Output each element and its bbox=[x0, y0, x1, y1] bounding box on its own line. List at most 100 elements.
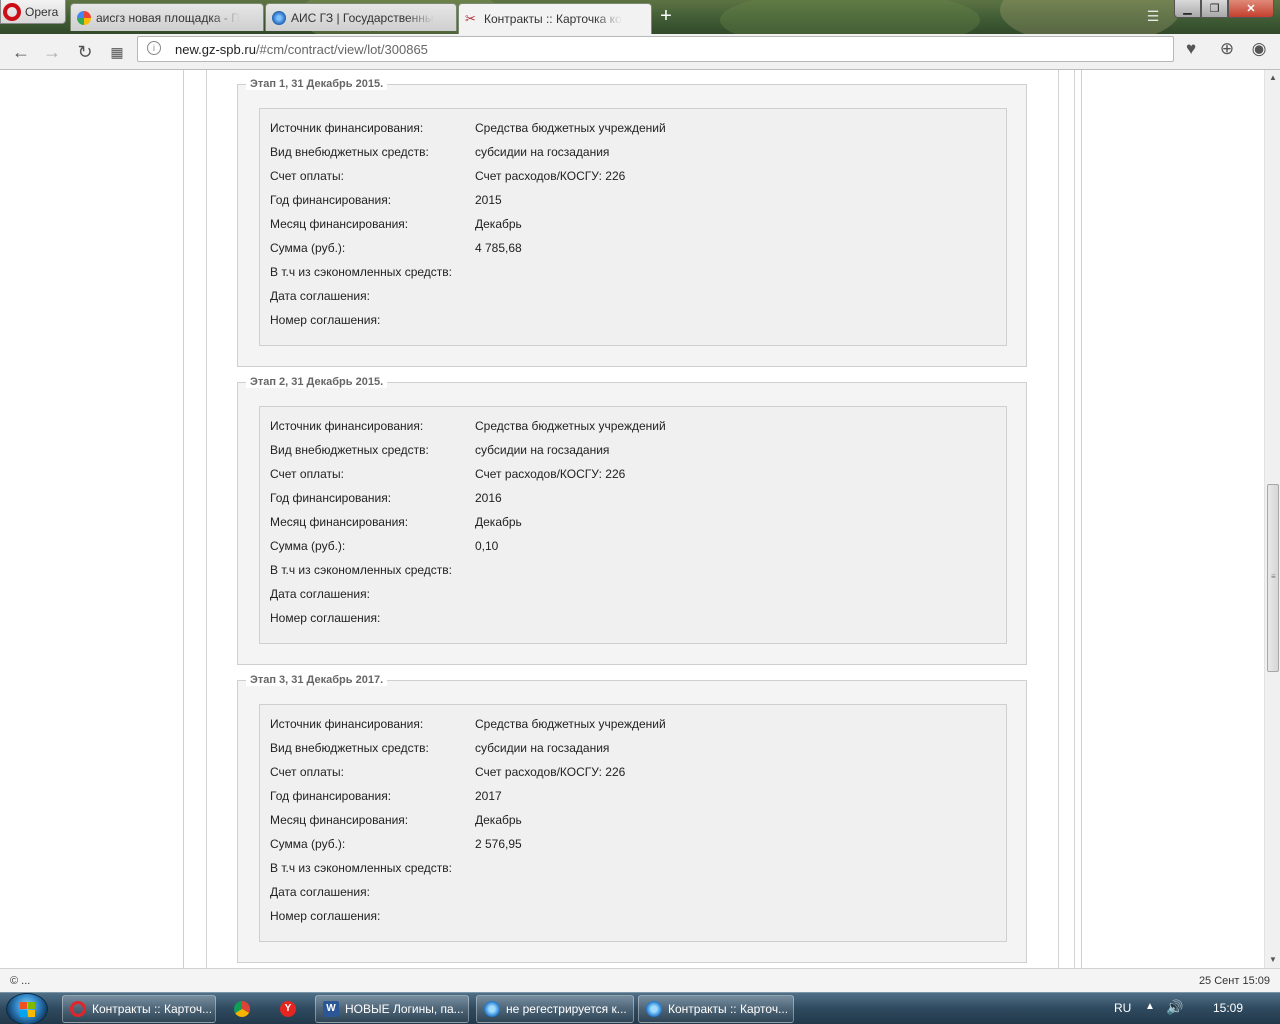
field-label: Дата соглашения: bbox=[270, 885, 370, 899]
taskbar-item-ie-2[interactable]: Контракты :: Карточ... bbox=[638, 995, 794, 1023]
field-value: Счет расходов/КОСГУ: 226 bbox=[475, 765, 626, 779]
stage-details-box: Источник финансирования: Средства бюджетн… bbox=[259, 108, 1007, 346]
field-value: Средства бюджетных учреждений bbox=[475, 419, 666, 433]
opera-icon bbox=[70, 1001, 86, 1017]
funding-stage: Этап 3, 31 Декабрь 2017. Источник финанси… bbox=[237, 674, 1027, 963]
ie-icon bbox=[484, 1001, 500, 1017]
field-label: Источник финансирования: bbox=[270, 419, 424, 433]
back-button[interactable]: ← bbox=[9, 40, 33, 64]
field-label: Год финансирования: bbox=[270, 193, 392, 207]
scroll-thumb[interactable]: ≡ bbox=[1267, 484, 1279, 672]
tab-contracts[interactable]: ✂ Контракты :: Карточка ко bbox=[458, 3, 652, 34]
language-indicator[interactable]: RU bbox=[1114, 1001, 1131, 1015]
speed-dial-icon[interactable]: ▦ bbox=[105, 40, 129, 64]
field-label: Источник финансирования: bbox=[270, 717, 424, 731]
field-label: В т.ч из сэкономленных средств: bbox=[270, 265, 453, 279]
ie-icon bbox=[646, 1001, 662, 1017]
field-label: Счет оплаты: bbox=[270, 765, 344, 779]
reload-button[interactable]: ↻ bbox=[73, 40, 97, 64]
field-label: Год финансирования: bbox=[270, 491, 392, 505]
windows-logo-icon bbox=[20, 1002, 36, 1018]
stage-title: Этап 1, 31 Декабрь 2015. bbox=[246, 78, 388, 90]
field-label: Год финансирования: bbox=[270, 789, 392, 803]
field-label: Вид внебюджетных средств: bbox=[270, 741, 429, 755]
field-label: Номер соглашения: bbox=[270, 611, 381, 625]
opera-menu-button[interactable]: Opera bbox=[0, 0, 66, 24]
chrome-icon bbox=[234, 1001, 250, 1017]
downloads-icon[interactable]: ⊕ bbox=[1216, 38, 1238, 60]
field-value: 0,10 bbox=[475, 539, 499, 553]
field-value: субсидии на госзадания bbox=[475, 741, 610, 755]
field-value: Средства бюджетных учреждений bbox=[475, 121, 666, 135]
close-window-button[interactable]: ✕ bbox=[1228, 0, 1274, 18]
start-button[interactable] bbox=[6, 993, 48, 1024]
status-bar: © ... 25 Сент 15:09 bbox=[0, 968, 1280, 992]
field-label: Месяц финансирования: bbox=[270, 217, 409, 231]
ais-icon bbox=[272, 10, 286, 25]
stage-title: Этап 3, 31 Декабрь 2017. bbox=[246, 674, 388, 686]
field-label: Дата соглашения: bbox=[270, 587, 370, 601]
stage-details-box: Источник финансирования: Средства бюджетн… bbox=[259, 406, 1007, 644]
opera-logo-icon bbox=[3, 2, 21, 21]
windows-taskbar: Контракты :: Карточ... Y W НОВЫЕ Логины,… bbox=[0, 992, 1280, 1024]
field-label: Месяц финансирования: bbox=[270, 813, 409, 827]
taskbar-item-chrome[interactable] bbox=[222, 995, 262, 1023]
taskbar-item-yandex[interactable]: Y bbox=[268, 995, 308, 1023]
scroll-up-icon[interactable]: ▲ bbox=[1265, 70, 1280, 86]
account-icon[interactable]: ◉ bbox=[1248, 38, 1270, 60]
funding-stage: Этап 2, 31 Декабрь 2015. Источник финанси… bbox=[237, 376, 1027, 665]
yandex-icon: Y bbox=[280, 1001, 296, 1017]
funding-stage: Этап 1, 31 Декабрь 2015. Источник финанси… bbox=[237, 78, 1027, 367]
taskbar-item-ie-1[interactable]: не регестрируется к... bbox=[476, 995, 634, 1023]
show-hidden-icons-icon[interactable]: ▲ bbox=[1145, 1001, 1155, 1012]
status-datetime: 25 Сент 15:09 bbox=[1198, 975, 1270, 987]
field-label: В т.ч из сэкономленных средств: bbox=[270, 861, 453, 875]
field-label: Сумма (руб.): bbox=[270, 241, 346, 255]
field-label: В т.ч из сэкономленных средств: bbox=[270, 563, 453, 577]
field-value: Счет расходов/КОСГУ: 226 bbox=[475, 169, 626, 183]
stage-details-box: Источник финансирования: Средства бюджетн… bbox=[259, 704, 1007, 942]
field-value: Декабрь bbox=[475, 217, 522, 231]
field-label: Сумма (руб.): bbox=[270, 837, 346, 851]
url-text[interactable]: new.gz-spb.ru/#cm/contract/view/lot/3008… bbox=[175, 42, 428, 57]
taskbar-item-word[interactable]: W НОВЫЕ Логины, па... bbox=[315, 995, 469, 1023]
field-label: Вид внебюджетных средств: bbox=[270, 443, 429, 457]
scroll-down-icon[interactable]: ▼ bbox=[1265, 952, 1280, 968]
volume-icon[interactable]: 🔊 bbox=[1166, 999, 1183, 1016]
field-value: Средства бюджетных учреждений bbox=[475, 717, 666, 731]
field-value: 2017 bbox=[475, 789, 502, 803]
field-label: Счет оплаты: bbox=[270, 467, 344, 481]
google-icon bbox=[77, 10, 91, 25]
status-left-text: © ... bbox=[10, 975, 31, 987]
field-value: субсидии на госзадания bbox=[475, 443, 610, 457]
field-value: Счет расходов/КОСГУ: 226 bbox=[475, 467, 626, 481]
word-icon: W bbox=[323, 1001, 339, 1017]
field-label: Счет оплаты: bbox=[270, 169, 344, 183]
field-value: 2 576,95 bbox=[475, 837, 522, 851]
tab-strip: Opera аисгз новая площадка - П АИС ГЗ | … bbox=[0, 0, 1280, 34]
field-label: Номер соглашения: bbox=[270, 909, 381, 923]
tab-ais-gz[interactable]: АИС ГЗ | Государственны bbox=[265, 3, 457, 31]
tools-icon: ✂ bbox=[465, 11, 476, 26]
new-tab-button[interactable]: + bbox=[656, 6, 676, 26]
tab-google[interactable]: аисгз новая площадка - П bbox=[70, 3, 264, 31]
maximize-button[interactable]: ❐ bbox=[1201, 0, 1228, 18]
taskbar-clock[interactable]: 15:09 bbox=[1213, 1001, 1243, 1015]
field-label: Месяц финансирования: bbox=[270, 515, 409, 529]
taskbar-item-opera[interactable]: Контракты :: Карточ... bbox=[62, 995, 216, 1023]
field-value: 4 785,68 bbox=[475, 241, 522, 255]
field-label: Дата соглашения: bbox=[270, 289, 370, 303]
field-value: Декабрь bbox=[475, 813, 522, 827]
site-info-icon[interactable]: i bbox=[147, 41, 161, 55]
grip-icon: ≡ bbox=[1271, 572, 1276, 581]
field-value: Декабрь bbox=[475, 515, 522, 529]
stage-title: Этап 2, 31 Декабрь 2015. bbox=[246, 376, 388, 388]
forward-button[interactable]: → bbox=[40, 40, 64, 64]
tab-menu-icon[interactable]: ☰ bbox=[1144, 8, 1162, 24]
field-value: 2015 bbox=[475, 193, 502, 207]
field-label: Номер соглашения: bbox=[270, 313, 381, 327]
minimize-button[interactable]: ▁ bbox=[1174, 0, 1201, 18]
bookmark-heart-icon[interactable]: ♥ bbox=[1180, 38, 1202, 60]
vertical-scrollbar[interactable]: ▲ ≡ ▼ bbox=[1264, 70, 1280, 968]
field-value: 2016 bbox=[475, 491, 502, 505]
